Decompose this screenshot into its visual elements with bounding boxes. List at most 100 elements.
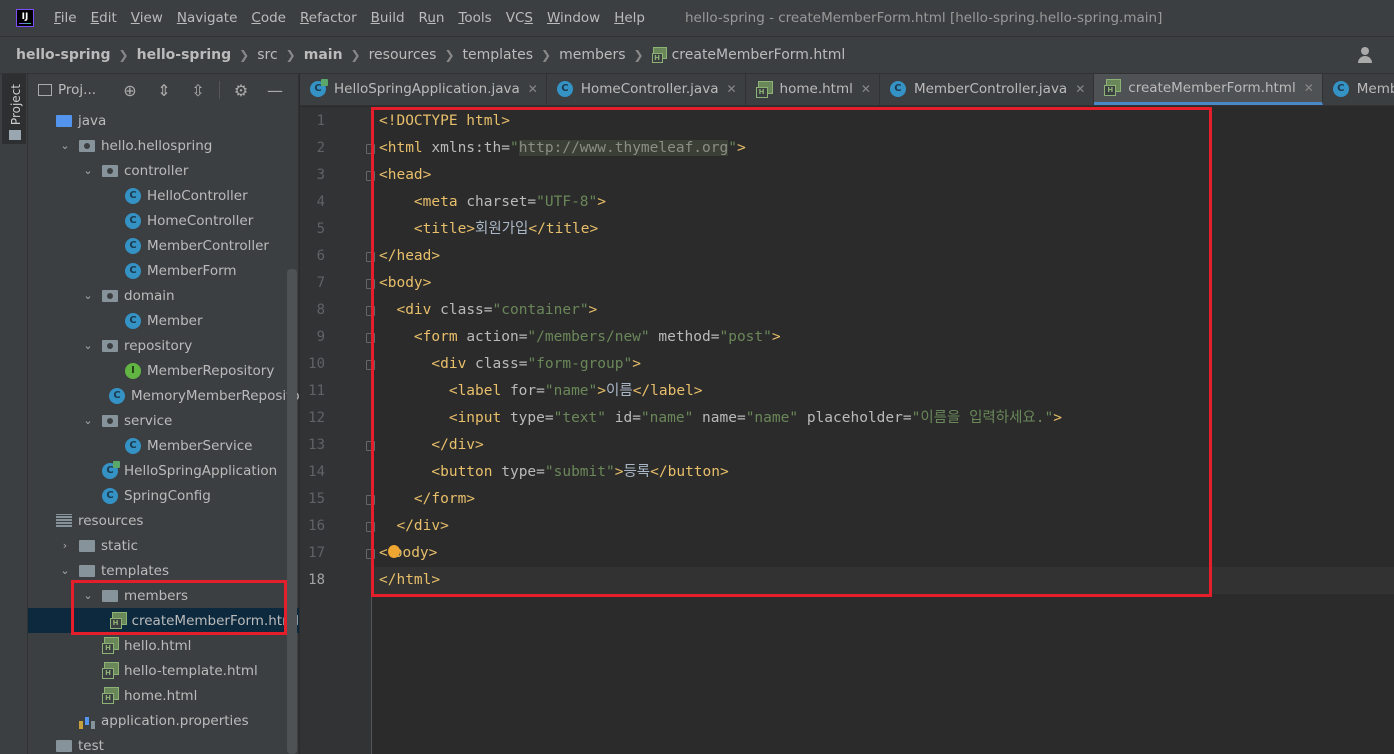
tree-item[interactable]: C SpringConfig xyxy=(28,483,299,508)
tree-item-label: HelloSpringApplication xyxy=(124,462,278,479)
menu-item-build[interactable]: Build xyxy=(371,10,405,26)
intellij-logo-icon[interactable] xyxy=(16,9,34,27)
expand-all-icon[interactable]: ⇕ xyxy=(147,80,181,100)
locate-icon[interactable]: ⊕ xyxy=(113,80,147,100)
tree-item[interactable]: ⌄ repository xyxy=(28,333,299,358)
tree-item[interactable]: C MemoryMemberRepository xyxy=(28,383,313,408)
breadcrumb-item[interactable]: resources xyxy=(369,47,437,63)
collapse-all-icon[interactable]: ⇳ xyxy=(181,80,215,100)
menu-item-view[interactable]: View xyxy=(131,10,163,26)
editor-tab[interactable]: C MemberForm.java xyxy=(1323,74,1394,105)
tree-item[interactable]: resources xyxy=(28,508,299,533)
menu-items: File Edit View Navigate Code Refactor Build Run… xyxy=(54,10,659,26)
tree-item-label: hello.hellospring xyxy=(101,137,213,154)
tree-item[interactable]: C HelloController xyxy=(28,183,299,208)
folder-icon xyxy=(79,539,95,552)
menu-mnemonic: F xyxy=(54,10,61,26)
breadcrumb-separator-icon: ❯ xyxy=(633,48,644,62)
chevron-down-icon[interactable]: ⌄ xyxy=(80,289,96,302)
menu-item-refactor[interactable]: Refactor xyxy=(300,10,357,26)
left-tool-strip: Project xyxy=(0,74,28,754)
menu-item-run[interactable]: Run xyxy=(419,10,445,26)
tree-item[interactable]: C HomeController xyxy=(28,208,299,233)
chevron-down-icon[interactable]: ⌄ xyxy=(80,414,96,427)
close-icon[interactable]: ✕ xyxy=(528,82,538,96)
code-editor[interactable]: 1 2 3 4 5 6 7 8 9 10 11 12 13 14 15 16 17 18 <!DOCTYPE ht… xyxy=(300,107,1394,754)
breadcrumb-separator-icon: ❯ xyxy=(350,48,361,62)
menu-item-help[interactable]: Help xyxy=(614,10,645,26)
line-number: 18 xyxy=(308,572,325,588)
editor-tab-label: MemberForm.java xyxy=(1356,81,1394,97)
breadcrumb-item[interactable]: hello-spring xyxy=(137,47,232,63)
editor-tab[interactable]: home.html ✕ xyxy=(746,74,880,105)
menu-item-edit[interactable]: Edit xyxy=(91,10,117,26)
editor-tab[interactable]: createMemberForm.html ✕ xyxy=(1094,74,1323,105)
folder-blue-icon xyxy=(56,114,72,127)
tree-item[interactable]: C MemberService xyxy=(28,433,299,458)
tree-item[interactable]: java xyxy=(28,108,299,133)
breadcrumb-item[interactable]: members xyxy=(559,47,625,63)
class-icon: C xyxy=(125,237,141,254)
tree-item[interactable]: ⌄ controller xyxy=(28,158,299,183)
close-icon[interactable]: ✕ xyxy=(861,82,871,96)
project-tool-tab[interactable]: Project xyxy=(2,74,26,144)
gear-icon[interactable]: ⚙ xyxy=(224,80,258,100)
menu-item-vcs[interactable]: VCS xyxy=(506,10,533,26)
chevron-down-icon[interactable]: ⌄ xyxy=(80,339,96,352)
tree-item[interactable]: C MemberController xyxy=(28,233,299,258)
tree-item[interactable]: test xyxy=(28,733,299,754)
menu-item-navigate[interactable]: Navigate xyxy=(177,10,238,26)
breadcrumb-item[interactable]: createMemberForm.html xyxy=(672,47,846,63)
class-icon: C xyxy=(1332,81,1349,97)
chevron-down-icon[interactable]: ⌄ xyxy=(80,164,96,177)
close-icon[interactable]: ✕ xyxy=(1304,81,1314,95)
chevron-right-icon[interactable]: › xyxy=(57,539,73,552)
tree-item[interactable]: hello.html xyxy=(28,633,299,658)
tree-item[interactable]: home.html xyxy=(28,683,299,708)
tree-item[interactable]: I MemberRepository xyxy=(28,358,299,383)
chevron-down-icon[interactable]: ⌄ xyxy=(57,139,73,152)
hide-panel-icon[interactable]: — xyxy=(258,80,292,100)
close-icon[interactable]: ✕ xyxy=(726,82,736,96)
tree-item[interactable]: C HelloSpringApplication xyxy=(28,458,299,483)
menu-mnemonic: S xyxy=(524,10,533,26)
properties-icon xyxy=(79,713,95,729)
tree-item-label: java xyxy=(78,112,107,129)
tree-item[interactable]: hello-template.html xyxy=(28,658,299,683)
class-icon: C xyxy=(125,262,141,279)
tree-item[interactable]: C Member xyxy=(28,308,299,333)
class-icon: C xyxy=(125,437,141,454)
header-divider xyxy=(219,81,220,99)
tree-item[interactable]: C MemberForm xyxy=(28,258,299,283)
user-icon[interactable] xyxy=(1356,46,1374,64)
menu-item-file[interactable]: File xyxy=(54,10,77,26)
editor-tab-label: HelloSpringApplication.java xyxy=(334,81,520,97)
tree-item-label: static xyxy=(101,537,139,554)
tree-item[interactable]: ⌄ service xyxy=(28,408,299,433)
menu-item-code[interactable]: Code xyxy=(251,10,286,26)
project-panel: Proj... ⊕ ⇕ ⇳ ⚙ — java ⌄ hello.hellospring… xyxy=(28,74,313,754)
chevron-down-icon[interactable]: ⌄ xyxy=(57,564,73,577)
breadcrumb-item[interactable]: src xyxy=(257,47,277,63)
breadcrumb-separator-icon: ❯ xyxy=(444,48,455,62)
close-icon[interactable]: ✕ xyxy=(1075,82,1085,96)
project-panel-title[interactable]: Proj... xyxy=(58,82,113,98)
breadcrumb-item[interactable]: hello-spring xyxy=(16,47,111,63)
tree-item[interactable]: ⌄ domain xyxy=(28,283,299,308)
editor-tab[interactable]: C HomeController.java ✕ xyxy=(547,74,746,105)
breadcrumb-item[interactable]: main xyxy=(304,47,343,63)
editor-tab[interactable]: C MemberController.java ✕ xyxy=(880,74,1095,105)
tree-item[interactable]: ⌄ hello.hellospring xyxy=(28,133,299,158)
class-icon: C xyxy=(125,212,141,229)
menu-item-tools[interactable]: Tools xyxy=(458,10,491,26)
tree-item-label: test xyxy=(78,737,104,754)
tree-item[interactable]: › static xyxy=(28,533,299,558)
menu-item-window[interactable]: Window xyxy=(547,10,600,26)
breadcrumb-item[interactable]: templates xyxy=(463,47,534,63)
folder-icon xyxy=(79,564,95,577)
class-icon: C xyxy=(109,387,125,404)
tree-item[interactable]: application.properties xyxy=(28,708,299,733)
editor-tab[interactable]: C HelloSpringApplication.java ✕ xyxy=(300,74,547,105)
tree-item-label: HelloController xyxy=(147,187,248,204)
class-icon: C xyxy=(125,187,141,204)
